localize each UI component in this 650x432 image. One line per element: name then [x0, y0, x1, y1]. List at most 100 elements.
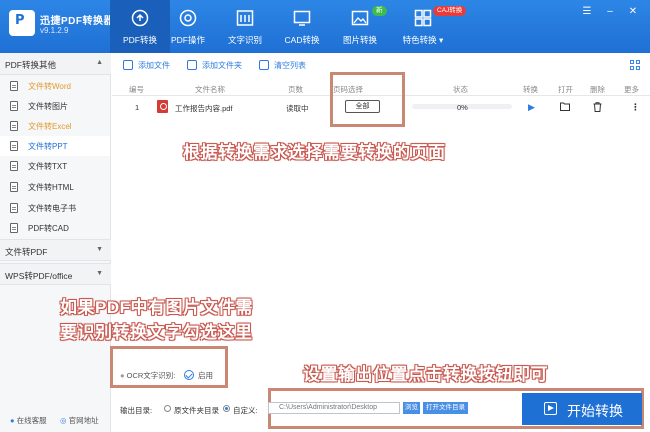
add-folder-icon [187, 60, 197, 70]
tab-ocr[interactable]: 文字识别 [215, 0, 275, 53]
group-label: WPS转PDF/office [5, 271, 73, 281]
tab-cad[interactable]: CAD转换 [272, 0, 332, 53]
tab-label: PDF操作 [170, 35, 205, 45]
sidebar-item-label: 文件转Excel [28, 122, 72, 131]
website-link[interactable]: ◎ 官网地址 [60, 415, 99, 426]
group-label: PDF转换其他 [5, 60, 57, 70]
sidebar-item-ebook[interactable]: 文件转电子书 [0, 198, 110, 218]
globe-icon: ◎ [60, 416, 67, 425]
add-folder-button[interactable]: 添加文件夹 [187, 60, 242, 71]
online-service-link[interactable]: ● 在线客服 [10, 415, 47, 426]
app-version: v9.1.2.9 [40, 26, 69, 35]
ocr-enable-label: 启用 [198, 371, 213, 380]
image-icon [351, 10, 369, 26]
ocr-label-text: OCR文字识别: [126, 371, 176, 380]
col-delete: 删除 [590, 85, 605, 94]
sidebar-item-cad[interactable]: PDF转CAD [0, 218, 110, 238]
sidebar-item-label: 文件转电子书 [28, 204, 76, 213]
cad-icon [293, 10, 311, 26]
sidebar-item-image[interactable]: 文件转图片 [0, 96, 110, 116]
delete-icon[interactable] [593, 102, 602, 114]
add-file-icon [123, 60, 133, 70]
sidebar-item-word[interactable]: 文件转Word [0, 76, 110, 96]
ocr-enable-checkbox[interactable] [184, 370, 194, 380]
sidebar-item-label: 文件转Word [28, 82, 71, 91]
sidebar-item-txt[interactable]: 文件转TXT [0, 156, 110, 176]
caj-badge[interactable]: CAJ转换 [433, 6, 467, 16]
user-icon: ● [10, 416, 15, 425]
top-bar: P 迅捷PDF转换器 v9.1.2.9 PDF转换 PDF操作 文字识别 CAD… [0, 0, 650, 53]
custom-folder-label: 自定义: [233, 406, 258, 415]
sidebar-item-label: 文件转TXT [28, 162, 68, 171]
clear-list-button[interactable]: 清空列表 [259, 60, 306, 71]
tab-label: CAD转换 [284, 35, 320, 45]
sidebar-item-label: PDF转CAD [28, 224, 69, 233]
app-name: 迅捷PDF转换器 [40, 16, 114, 27]
tab-pdf-operate[interactable]: PDF操作 [158, 0, 218, 53]
menu-icon[interactable]: ☰ [581, 6, 593, 17]
tab-label: 文字识别 [227, 35, 262, 45]
button-label: 添加文件夹 [202, 61, 242, 70]
grid-view-icon[interactable] [630, 60, 640, 70]
sidebar-item-label: 文件转图片 [28, 102, 68, 111]
annotation-ocr-line2: 要识别转换文字勾选这里 [60, 323, 253, 342]
file-icon [10, 121, 18, 131]
open-folder-button[interactable]: 打开文件目录 [423, 402, 468, 414]
more-icon[interactable]: ⋮ [631, 102, 640, 113]
file-icon [10, 81, 18, 91]
chevron-down-icon: ▼ [96, 246, 103, 253]
trash-icon [259, 60, 269, 70]
pdf-convert-icon [131, 9, 149, 27]
add-file-button[interactable]: 添加文件 [123, 60, 170, 71]
col-pages: 页数 [288, 85, 303, 94]
custom-folder-radio[interactable] [223, 405, 230, 412]
folder-open-icon[interactable] [560, 102, 570, 113]
col-name: 文件名称 [195, 85, 225, 94]
start-convert-button[interactable]: 开始转换 [522, 393, 642, 425]
sidebar-group-pdf-other[interactable]: PDF转换其他 ▲ [0, 53, 111, 75]
special-icon [414, 9, 432, 27]
col-status: 状态 [453, 85, 468, 94]
col-more: 更多 [624, 85, 639, 94]
chevron-down-icon: ▼ [96, 270, 103, 277]
col-open: 打开 [558, 85, 573, 94]
sidebar: PDF转换其他 ▲ 文件转Word 文件转图片 文件转Excel 文件转PPT 文… [0, 53, 111, 432]
close-icon[interactable]: ✕ [627, 6, 639, 17]
pdf-file-icon [157, 100, 168, 113]
output-dir-label: 输出目录: [120, 406, 153, 415]
row-number: 1 [135, 103, 140, 112]
group-label: 文件转PDF [5, 247, 48, 257]
sidebar-item-ppt[interactable]: 文件转PPT [0, 136, 110, 156]
minimize-icon[interactable]: – [604, 6, 616, 17]
sidebar-item-html[interactable]: 文件转HTML [0, 177, 110, 197]
play-icon [544, 402, 557, 415]
convert-play-icon[interactable]: ▶ [528, 102, 535, 113]
button-label: 添加文件 [138, 61, 170, 70]
page-count: 读取中 [286, 104, 309, 113]
output-path-input[interactable]: C:\Users\Administrator\Desktop [268, 402, 400, 414]
tab-label: 图片转换 [342, 35, 377, 45]
source-folder-radio[interactable] [164, 405, 171, 412]
annotation-page-select: 根据转换需求选择需要转换的页面 [183, 143, 446, 162]
app-logo: P [9, 10, 35, 36]
sidebar-item-label: 文件转PPT [28, 142, 68, 151]
chevron-up-icon: ▲ [96, 59, 103, 66]
app-window: P 迅捷PDF转换器 v9.1.2.9 PDF转换 PDF操作 文字识别 CAD… [0, 0, 650, 432]
sidebar-item-excel[interactable]: 文件转Excel [0, 116, 110, 136]
browse-button[interactable]: 浏览 [403, 402, 420, 414]
file-icon [10, 223, 18, 233]
status-percent: 0% [457, 103, 468, 112]
ocr-label: ● OCR文字识别: [120, 370, 175, 381]
col-num: 编号 [129, 85, 144, 94]
sidebar-group-wps[interactable]: WPS转PDF/office ▼ [0, 263, 111, 285]
ocr-icon [236, 10, 254, 26]
file-icon [10, 141, 18, 151]
button-label: 清空列表 [274, 61, 306, 70]
tab-label: 特色转换 ▾ [402, 35, 444, 45]
annotation-ocr-line1: 如果PDF中有图片文件需 [60, 298, 253, 317]
sidebar-group-to-pdf[interactable]: 文件转PDF ▼ [0, 239, 111, 261]
ocr-highlight-box [110, 346, 228, 388]
file-icon [10, 161, 18, 171]
file-name: 工作报告内容.pdf [175, 104, 233, 113]
annotation-output: 设置输出位置点击转换按钮即可 [303, 365, 548, 384]
